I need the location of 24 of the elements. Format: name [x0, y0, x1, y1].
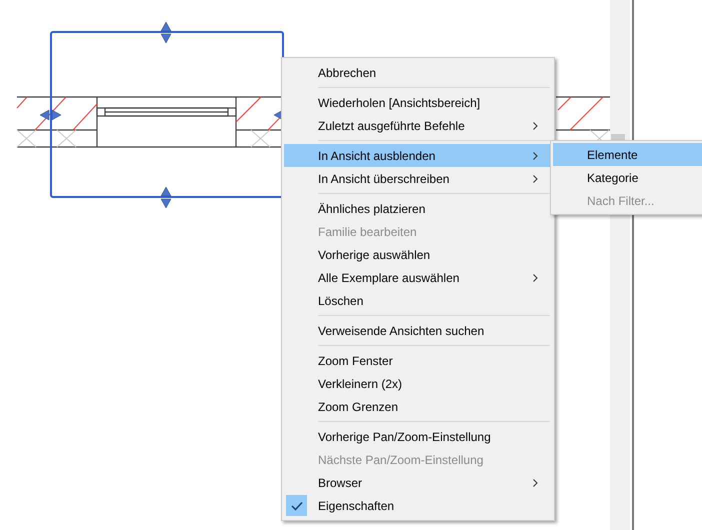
menu-item[interactable]: Alle Exemplare auswählen: [284, 266, 552, 289]
menu-item[interactable]: Ähnliches platzieren: [284, 197, 552, 220]
menu-item[interactable]: Löschen: [284, 289, 552, 312]
menu-item[interactable]: Abbrechen: [284, 61, 552, 84]
menu-item[interactable]: Eigenschaften: [284, 494, 552, 517]
chevron-right-icon: [533, 122, 538, 130]
checkmark-icon: [286, 495, 307, 516]
menu-item[interactable]: Vorherige auswählen: [284, 243, 552, 266]
chevron-right-icon: [533, 478, 538, 486]
menu-item[interactable]: In Ansicht ausblenden: [284, 144, 552, 167]
menu-item[interactable]: Vorherige Pan/Zoom-Einstellung: [284, 425, 552, 448]
menu-item[interactable]: Verkleinern (2x): [284, 372, 552, 395]
chevron-right-icon: [533, 152, 538, 160]
menu-item[interactable]: Zuletzt ausgeführte Befehle: [284, 114, 552, 137]
chevron-right-icon: [533, 174, 538, 182]
menu-item[interactable]: Browser: [284, 471, 552, 494]
menu-item[interactable]: Zoom Grenzen: [284, 395, 552, 418]
menu-item[interactable]: In Ansicht überschreiben: [284, 167, 552, 190]
menu-item[interactable]: Zoom Fenster: [284, 349, 552, 372]
menu-item[interactable]: Wiederholen [Ansichtsbereich]: [284, 91, 552, 114]
menu-item[interactable]: Elemente: [553, 143, 702, 166]
chevron-right-icon: [533, 274, 538, 282]
menu-item[interactable]: Kategorie: [553, 166, 702, 189]
menu-item[interactable]: Verweisende Ansichten suchen: [284, 319, 552, 342]
